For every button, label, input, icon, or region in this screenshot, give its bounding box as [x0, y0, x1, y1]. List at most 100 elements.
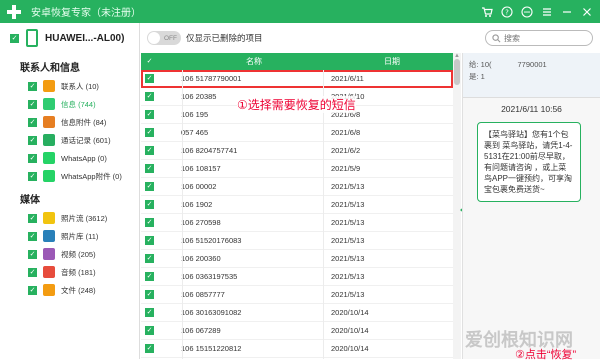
sidebar-item-checkbox[interactable]: ✓	[28, 231, 37, 241]
row-checkbox[interactable]: ✓	[145, 236, 154, 245]
row-checkbox[interactable]: ✓	[145, 308, 154, 317]
row-checkbox[interactable]: ✓	[145, 128, 154, 137]
whatsapp-attachment-icon	[43, 170, 55, 182]
row-checkbox[interactable]: ✓	[145, 290, 154, 299]
message-detail-panel: 给: 10(7790001 是: 1 2021/6/11 10:56 【菜鸟驿站…	[462, 53, 600, 359]
sidebar-item-messages[interactable]: ✓ 信息 (744)	[0, 95, 139, 113]
sidebar-item-contacts[interactable]: ✓ 联系人 (10)	[0, 77, 139, 95]
row-checkbox[interactable]: ✓	[145, 200, 154, 209]
row-name: 106 0857777	[181, 290, 225, 299]
table-row[interactable]: ✓ 106 108157 2021/5/9	[141, 160, 453, 178]
messages-icon	[43, 98, 55, 110]
table-row[interactable]: ✓ 106 51787790001 2021/6/11	[141, 70, 453, 88]
sidebar-item-audio[interactable]: ✓ 音频 (181)	[0, 263, 139, 281]
table-header: ✓ 名称 日期	[141, 53, 453, 70]
detail-to-number: 7790001	[517, 60, 547, 69]
sidebar-item-file[interactable]: ✓ 文件 (248)	[0, 281, 139, 299]
row-checkbox[interactable]: ✓	[145, 218, 154, 227]
sidebar-item-label: 音频 (181)	[61, 267, 96, 277]
row-date: 2020/10/14	[331, 308, 369, 317]
table-row[interactable]: ✓ 106 270598 2021/5/13	[141, 214, 453, 232]
table-row[interactable]: ✓ 106 200360 2021/5/13	[141, 250, 453, 268]
table-row[interactable]: ✓ 106 30163091082 2020/10/14	[141, 304, 453, 322]
row-checkbox[interactable]: ✓	[145, 182, 154, 191]
row-checkbox[interactable]: ✓	[145, 254, 154, 263]
row-checkbox[interactable]: ✓	[145, 272, 154, 281]
sidebar-item-photo-stream[interactable]: ✓ 照片流 (3612)	[0, 209, 139, 227]
table-row[interactable]: ✓ 106 0363197535 2021/5/13	[141, 268, 453, 286]
chat-icon[interactable]	[520, 5, 534, 19]
sidebar-item-whatsapp-attachment[interactable]: ✓ WhatsApp附件 (0)	[0, 167, 139, 185]
svg-text:?: ?	[505, 8, 509, 16]
phone-icon	[26, 29, 38, 47]
sidebar-item-label: 照片流 (3612)	[61, 213, 108, 223]
row-date: 2021/5/13	[331, 218, 365, 227]
sidebar-item-checkbox[interactable]: ✓	[28, 153, 37, 163]
column-date[interactable]: 日期	[327, 56, 453, 67]
table-row[interactable]: ✓ 106 8204757741 2021/6/2	[141, 142, 453, 160]
sidebar-item-video[interactable]: ✓ 视频 (205)	[0, 245, 139, 263]
row-checkbox[interactable]: ✓	[145, 74, 154, 83]
table-row[interactable]: ✓ 106 15151220812 2020/10/14	[141, 340, 453, 358]
photo-stream-icon	[43, 212, 55, 224]
row-name: 106 51787790001	[181, 74, 242, 83]
sidebar-item-checkbox[interactable]: ✓	[28, 81, 37, 91]
row-date: 2021/5/9	[331, 164, 361, 173]
table-row[interactable]: ✓ 057 465 2021/6/8	[141, 124, 453, 142]
help-icon[interactable]: ?	[500, 5, 514, 19]
sidebar-item-attachment[interactable]: ✓ 信息附件 (84)	[0, 113, 139, 131]
row-date: 2021/5/13	[331, 200, 365, 209]
menu-icon[interactable]	[540, 5, 554, 19]
row-checkbox[interactable]: ✓	[145, 164, 154, 173]
table-row[interactable]: ✓ 106 067289 2020/10/14	[141, 322, 453, 340]
sidebar-item-checkbox[interactable]: ✓	[28, 117, 37, 127]
column-name[interactable]: 名称	[181, 56, 327, 67]
sidebar-item-photo-library[interactable]: ✓ 照片库 (11)	[0, 227, 139, 245]
row-checkbox[interactable]: ✓	[145, 326, 154, 335]
row-name: 106 51520176083	[181, 236, 242, 245]
row-name: 106 270598	[181, 218, 221, 227]
row-checkbox[interactable]: ✓	[145, 344, 154, 353]
sidebar-item-checkbox[interactable]: ✓	[28, 267, 37, 277]
detail-from-label: 是: 1	[469, 72, 485, 81]
sidebar-item-checkbox[interactable]: ✓	[28, 285, 37, 295]
cart-icon[interactable]	[480, 5, 494, 19]
row-checkbox[interactable]: ✓	[145, 110, 154, 119]
contacts-icon	[43, 80, 55, 92]
show-deleted-toggle[interactable]: OFF	[147, 31, 181, 45]
sidebar-item-checkbox[interactable]: ✓	[28, 99, 37, 109]
device-checkbox[interactable]: ✓	[10, 33, 19, 43]
table-row[interactable]: ✓ 106 1902 2021/5/13	[141, 196, 453, 214]
sidebar-item-label: 照片库 (11)	[61, 231, 99, 241]
video-icon	[43, 248, 55, 260]
sidebar-item-call-log[interactable]: ✓ 通话记录 (601)	[0, 131, 139, 149]
sidebar: ✓ HUAWEI...-AL00) 联系人和信息 ✓ 联系人 (10) ✓ 信息 (74…	[0, 23, 140, 359]
row-checkbox[interactable]: ✓	[145, 146, 154, 155]
row-name: 057 465	[181, 128, 209, 137]
sidebar-item-checkbox[interactable]: ✓	[28, 135, 37, 145]
row-date: 2021/5/13	[331, 254, 365, 263]
close-icon[interactable]	[580, 5, 594, 19]
table-row[interactable]: ✓ 106 51520176083 2021/5/13	[141, 232, 453, 250]
row-checkbox[interactable]: ✓	[145, 92, 154, 101]
row-name: 106 30163091082	[181, 308, 242, 317]
sidebar-item-checkbox[interactable]: ✓	[28, 171, 37, 181]
row-name: 106 0363197535	[181, 272, 238, 281]
row-date: 2021/5/13	[331, 182, 365, 191]
sidebar-item-checkbox[interactable]: ✓	[28, 213, 37, 223]
search-box[interactable]	[485, 30, 593, 46]
call-log-icon	[43, 134, 55, 146]
table-row[interactable]: ✓ 106 00002 2021/5/13	[141, 178, 453, 196]
table-row[interactable]: ✓ 106 0857777 2021/5/13	[141, 286, 453, 304]
row-name: 106 1902	[181, 200, 213, 209]
row-name: 106 200360	[181, 254, 221, 263]
detail-header: 给: 10(7790001 是: 1	[463, 53, 600, 98]
select-all-checkbox[interactable]: ✓	[145, 57, 154, 66]
scroll-thumb[interactable]	[454, 59, 460, 85]
search-input[interactable]	[504, 33, 584, 43]
sidebar-item-checkbox[interactable]: ✓	[28, 249, 37, 259]
annotation-select-sms: ①选择需要恢复的短信	[237, 96, 356, 113]
device-row[interactable]: ✓ HUAWEI...-AL00)	[0, 23, 139, 53]
minimize-icon[interactable]	[560, 5, 574, 19]
sidebar-item-whatsapp[interactable]: ✓ WhatsApp (0)	[0, 149, 139, 167]
